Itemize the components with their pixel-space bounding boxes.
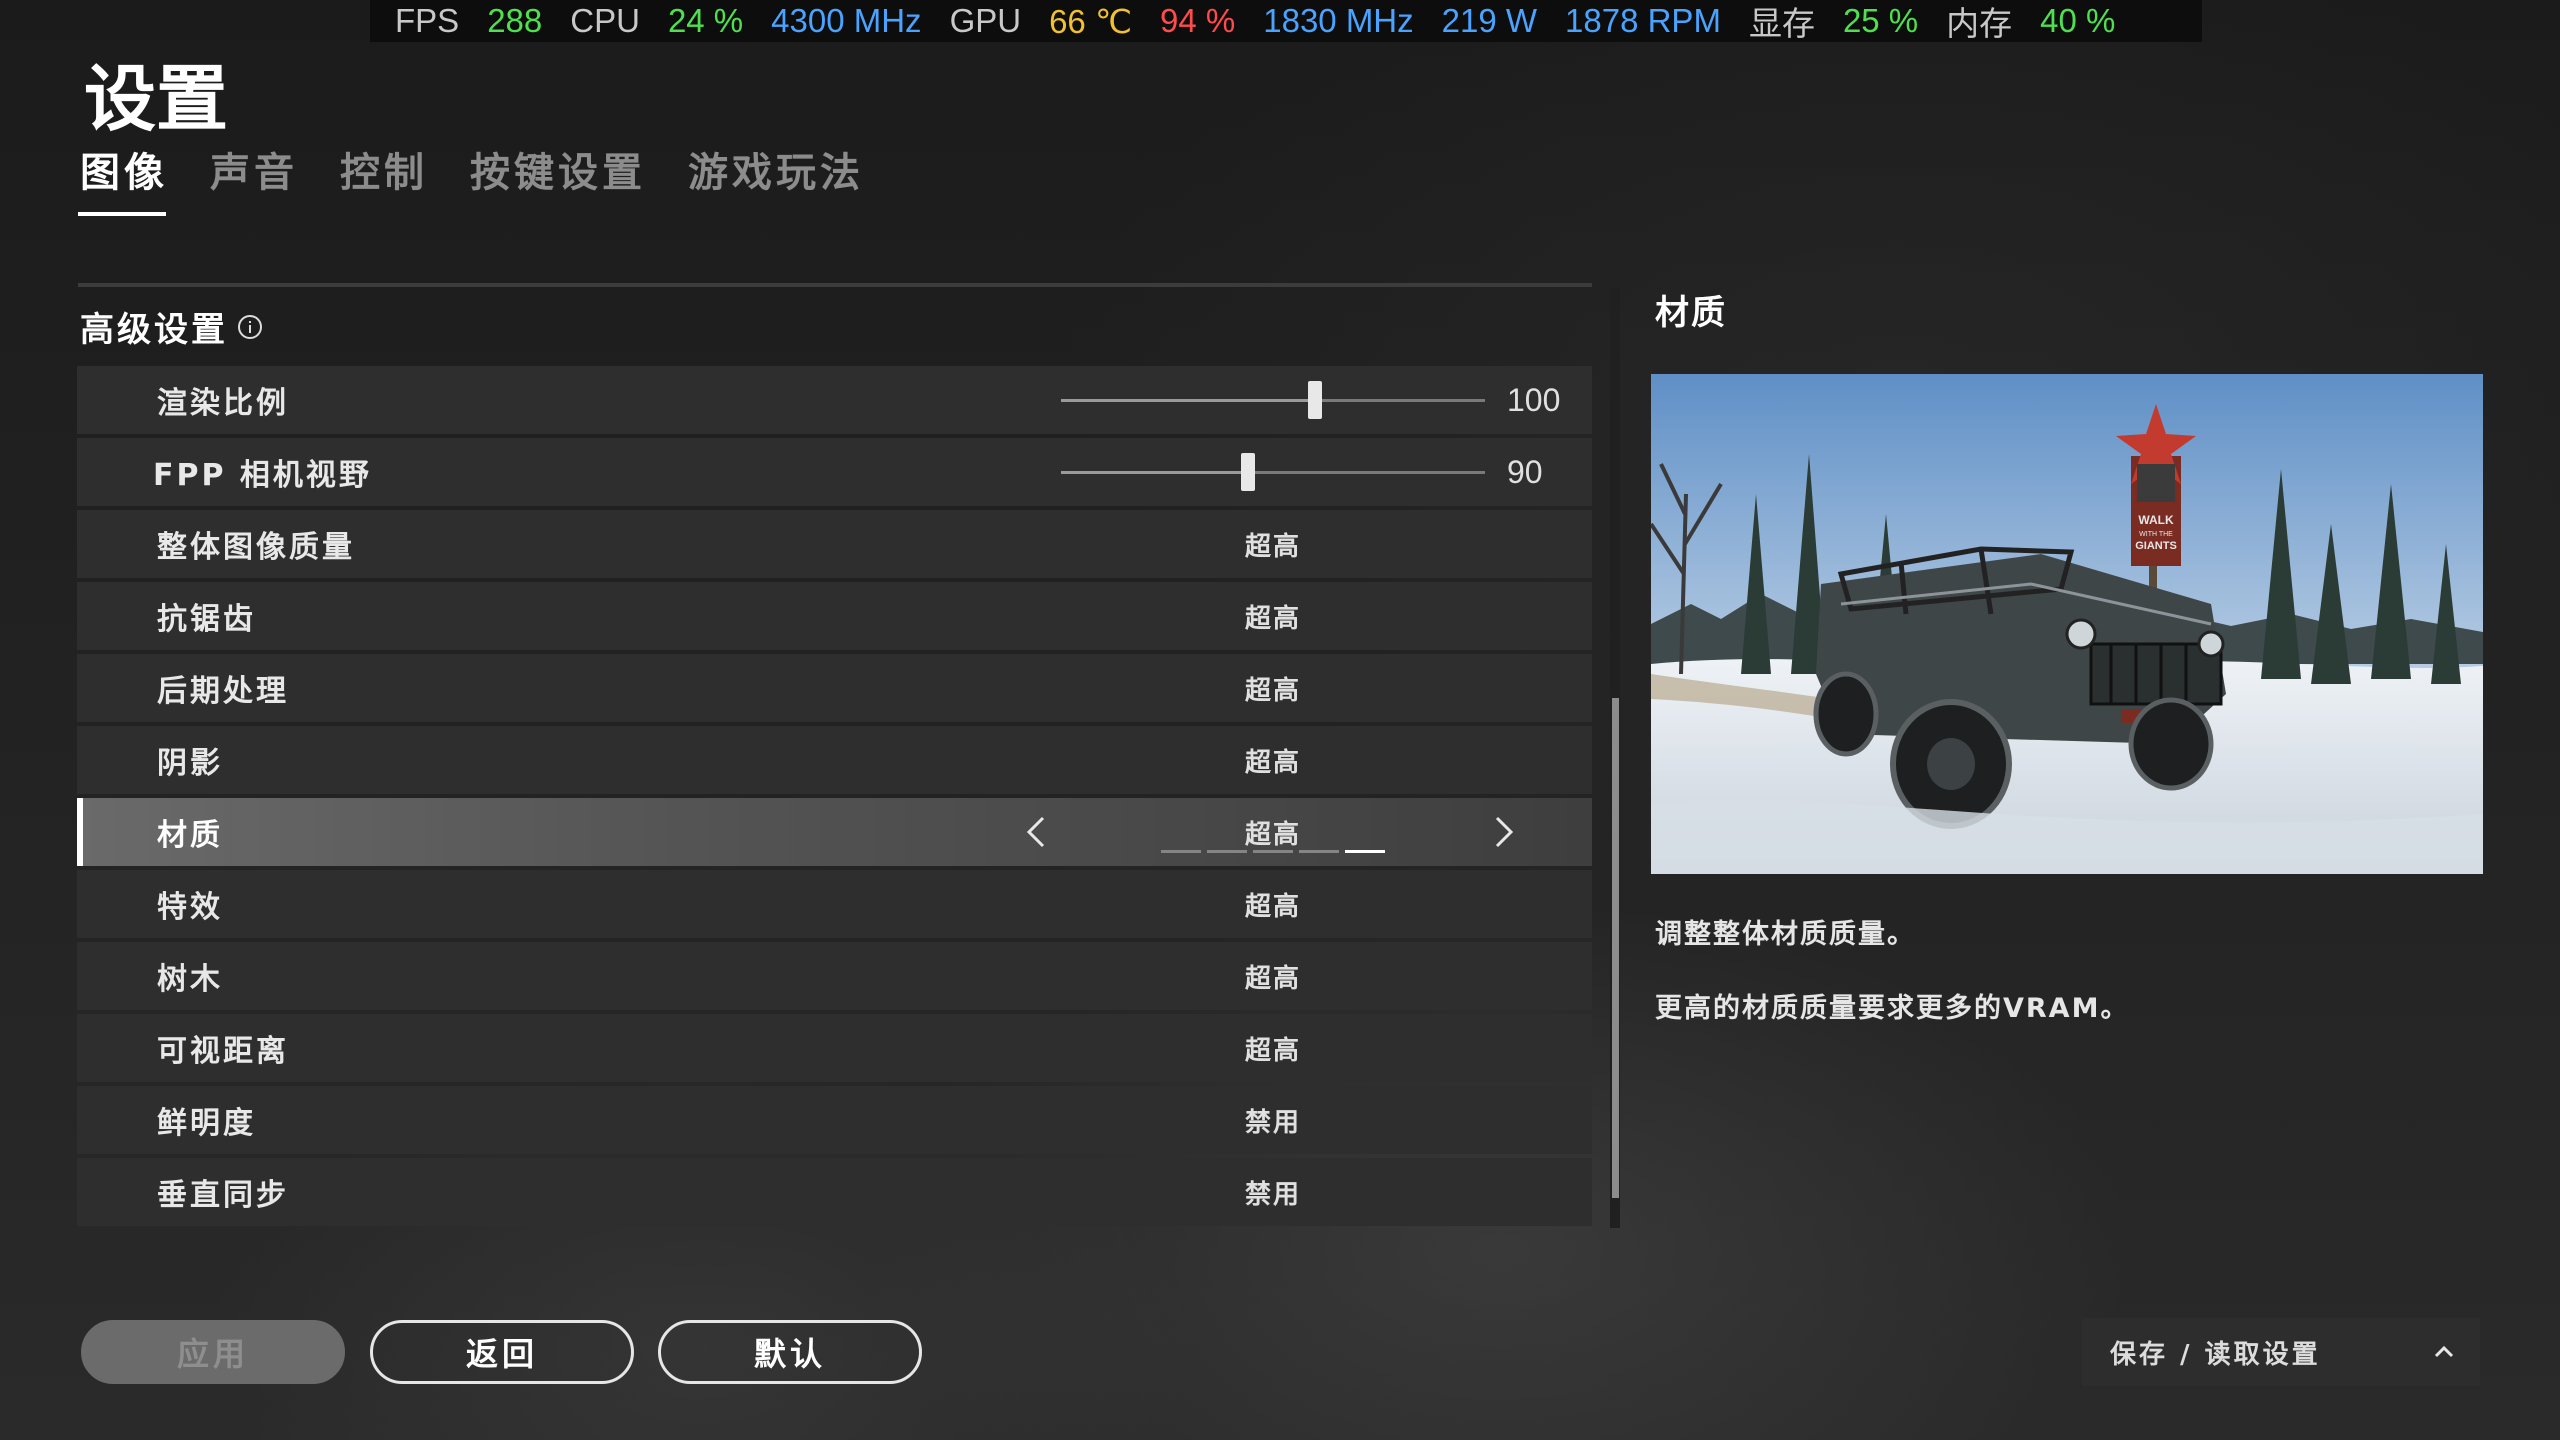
- cpu-label: CPU: [570, 2, 640, 39]
- setting-row-shadows[interactable]: 阴影 超高: [77, 726, 1592, 794]
- slider-value: 100: [1507, 381, 1561, 418]
- setting-value: 超高: [1245, 531, 1302, 562]
- setting-row-post-processing[interactable]: 后期处理 超高: [77, 654, 1592, 722]
- svg-text:WITH THE: WITH THE: [2139, 531, 2173, 538]
- preview-description: 调整整体材质质量。: [1655, 919, 1916, 950]
- page-title: 设置: [84, 57, 229, 141]
- level-dot: [1207, 850, 1247, 853]
- fps-value: 288: [487, 2, 543, 39]
- cpu-clock: 4300 MHz: [771, 2, 922, 39]
- slider-fill: [1061, 471, 1248, 474]
- level-dot: [1299, 850, 1339, 853]
- gpu-clock: 1830 MHz: [1263, 2, 1414, 39]
- setting-value: 超高: [1245, 891, 1302, 922]
- section-title-text: 高级设置: [80, 310, 228, 350]
- default-button[interactable]: 默认: [658, 1320, 922, 1384]
- setting-value: 超高: [1245, 603, 1302, 634]
- setting-label: 树木: [157, 962, 223, 997]
- chevron-up-icon: [2432, 1340, 2456, 1364]
- scrollbar-thumb[interactable]: [1612, 698, 1619, 1198]
- gpu-temp: 66 ℃: [1049, 2, 1133, 40]
- setting-value: 超高: [1245, 963, 1302, 994]
- setting-value: 禁用: [1245, 1179, 1302, 1210]
- fan-speed: 1878 RPM: [1565, 2, 1721, 39]
- settings-tabs: 图像 声音 控制 按键设置 游戏玩法: [78, 140, 906, 216]
- gpu-label: GPU: [949, 2, 1022, 39]
- apply-button[interactable]: 应用: [81, 1320, 345, 1384]
- setting-label: 阴影: [157, 746, 223, 781]
- svg-text:GIANTS: GIANTS: [2135, 540, 2177, 552]
- svg-text:WALK: WALK: [2138, 513, 2174, 527]
- setting-label: 后期处理: [157, 674, 289, 709]
- setting-value: 超高: [1245, 747, 1302, 778]
- slider-fill: [1061, 399, 1316, 402]
- setting-row-view-distance[interactable]: 可视距离 超高: [77, 1014, 1592, 1082]
- setting-label: 整体图像质量: [157, 530, 355, 565]
- gpu-power: 219 W: [1441, 2, 1538, 39]
- preview-image: WALK WITH THE GIANTS: [1651, 374, 2483, 874]
- tab-keybindings[interactable]: 按键设置: [470, 140, 646, 198]
- level-dot: [1253, 850, 1293, 853]
- setting-label: 可视距离: [157, 1034, 289, 1069]
- setting-label: 垂直同步: [157, 1178, 289, 1213]
- setting-row-fpp-fov[interactable]: FPP 相机视野 90: [77, 438, 1592, 506]
- level-dot: [1161, 850, 1201, 853]
- slider-thumb[interactable]: [1308, 381, 1323, 419]
- ram-label: 内存: [1946, 5, 2013, 42]
- level-dot: [1345, 850, 1385, 853]
- setting-row-overall-quality[interactable]: 整体图像质量 超高: [77, 510, 1592, 578]
- setting-label: 鲜明度: [157, 1106, 256, 1141]
- setting-row-antialiasing[interactable]: 抗锯齿 超高: [77, 582, 1592, 650]
- vram-usage: 25 %: [1842, 2, 1919, 39]
- level-indicator: [1161, 850, 1385, 853]
- performance-overlay: FPS 288 CPU 24 % 4300 MHz GPU 66 ℃ 94 % …: [370, 0, 2202, 42]
- setting-value: 禁用: [1245, 1107, 1302, 1138]
- preview-title: 材质: [1655, 293, 1727, 333]
- tab-gameplay[interactable]: 游戏玩法: [688, 140, 864, 198]
- setting-label: FPP 相机视野: [153, 458, 372, 493]
- setting-label: 渲染比例: [157, 386, 289, 421]
- setting-row-render-scale[interactable]: 渲染比例 100: [77, 366, 1592, 434]
- setting-value: 超高: [1245, 819, 1302, 850]
- tab-graphics[interactable]: 图像: [78, 140, 168, 216]
- render-scale-slider[interactable]: [1061, 381, 1485, 419]
- tab-control[interactable]: 控制: [340, 140, 428, 198]
- setting-value: 超高: [1245, 675, 1302, 706]
- save-load-label: 保存 / 读取设置: [2110, 1339, 2321, 1370]
- save-load-settings-button[interactable]: 保存 / 读取设置: [2082, 1318, 2480, 1386]
- gpu-load: 94 %: [1160, 2, 1236, 39]
- preview-note: 更高的材质质量要求更多的VRAM。: [1655, 993, 2130, 1024]
- section-title: 高级设置: [80, 302, 262, 351]
- setting-label: 抗锯齿: [157, 602, 256, 637]
- setting-row-textures[interactable]: 材质 超高: [77, 798, 1592, 866]
- cpu-load: 24 %: [667, 2, 744, 39]
- chevron-right-icon[interactable]: [1483, 812, 1523, 852]
- setting-row-foliage[interactable]: 树木 超高: [77, 942, 1592, 1010]
- tab-audio[interactable]: 声音: [210, 140, 298, 198]
- setting-row-vsync[interactable]: 垂直同步 禁用: [77, 1158, 1592, 1226]
- chevron-left-icon[interactable]: [1017, 812, 1057, 852]
- setting-row-effects[interactable]: 特效 超高: [77, 870, 1592, 938]
- slider-value: 90: [1507, 453, 1543, 490]
- fps-label: FPS: [395, 2, 460, 39]
- settings-list: 渲染比例 100 FPP 相机视野 90 整体图像质量 超高 抗锯齿 超高 后期…: [77, 366, 1592, 1230]
- slider-thumb[interactable]: [1240, 453, 1255, 491]
- setting-label: 特效: [157, 890, 223, 925]
- back-button[interactable]: 返回: [370, 1320, 634, 1384]
- panel-divider: [78, 283, 1592, 287]
- vram-label: 显存: [1748, 5, 1815, 42]
- setting-value: 超高: [1245, 1035, 1302, 1066]
- ram-usage: 40 %: [2040, 2, 2116, 39]
- fpp-fov-slider[interactable]: [1061, 453, 1485, 491]
- setting-label: 材质: [157, 818, 223, 853]
- info-icon[interactable]: [238, 314, 262, 339]
- setting-row-sharpen[interactable]: 鲜明度 禁用: [77, 1086, 1592, 1154]
